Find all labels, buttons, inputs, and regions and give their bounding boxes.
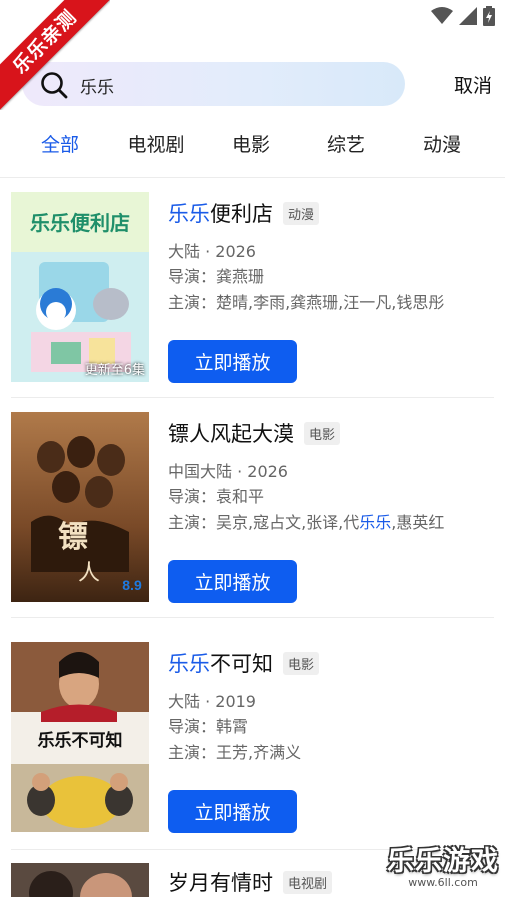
result-title[interactable]: 乐乐便利店 [168, 198, 273, 228]
play-button[interactable]: 立即播放 [168, 340, 297, 383]
tab-tv-series[interactable]: 电视剧 [127, 130, 184, 157]
play-button[interactable]: 立即播放 [168, 560, 297, 603]
result-item[interactable]: 乐乐不可知 乐乐不可知 电影 大陆 · 2019 导演：韩霄 主演：王芳,齐满义… [0, 642, 505, 862]
director: 导演：龚燕珊 [168, 267, 265, 286]
director: 导演：韩霄 [168, 717, 249, 736]
result-title[interactable]: 乐乐不可知 [168, 648, 273, 678]
tab-all[interactable]: 全部 [41, 130, 79, 157]
signal-icon [459, 7, 477, 25]
cast: 主演：吴京,寇占文,张译,代乐乐,惠英红 [168, 513, 445, 532]
svg-text:镖: 镖 [58, 521, 88, 554]
result-item[interactable]: 乐乐便利店 更新至6集 乐乐便利店 动漫 大陆 · 2026 导演：龚燕珊 主演… [0, 192, 505, 412]
svg-text:8.9: 8.9 [122, 577, 142, 593]
poster-image[interactable]: 乐乐不可知 [11, 642, 149, 832]
watermark-logo: 乐乐游戏 [387, 846, 499, 877]
result-title[interactable]: 镖人风起大漠 [168, 418, 294, 448]
episode-caption: 更新至6集 [84, 363, 145, 378]
cancel-button[interactable]: 取消 [454, 71, 492, 98]
item-divider [11, 397, 494, 398]
title-row: 乐乐不可知 电影 [168, 648, 320, 678]
poster-image[interactable] [11, 863, 149, 897]
result-item[interactable]: 镖 人 8.9 镖人风起大漠 电影 中国大陆 · 2026 导演：袁和平 主演：… [0, 412, 505, 632]
category-badge: 电影 [304, 421, 341, 445]
category-badge: 电影 [283, 651, 320, 675]
region-year: 中国大陆 · 2026 [168, 462, 288, 481]
ribbon-label: 乐乐亲测 [0, 0, 110, 110]
battery-icon [483, 6, 495, 26]
item-divider [11, 617, 494, 618]
svg-text:人: 人 [78, 560, 100, 585]
tab-movies[interactable]: 电影 [232, 130, 270, 157]
svg-text:乐乐不可知: 乐乐不可知 [38, 730, 123, 750]
title-row: 乐乐便利店 动漫 [168, 198, 320, 228]
poster-image[interactable]: 镖 人 8.9 [11, 412, 149, 602]
tab-anime[interactable]: 动漫 [423, 130, 461, 157]
cast: 主演：楚晴,李雨,龚燕珊,汪一凡,钱思彤 [168, 293, 445, 312]
tabs-divider [0, 177, 505, 178]
site-watermark: 乐乐游戏 www.6ll.com [387, 839, 499, 889]
region-year: 大陆 · 2026 [168, 242, 256, 261]
category-tabs: 全部 电视剧 电影 综艺 动漫 [0, 130, 505, 164]
corner-ribbon: 乐乐亲测 [0, 0, 110, 110]
category-badge: 动漫 [283, 201, 320, 225]
wifi-icon [431, 7, 453, 24]
poster-image[interactable]: 乐乐便利店 更新至6集 [11, 192, 149, 382]
cast: 主演：王芳,齐满义 [168, 743, 302, 762]
tab-variety[interactable]: 综艺 [327, 130, 365, 157]
play-button[interactable]: 立即播放 [168, 790, 297, 833]
director: 导演：袁和平 [168, 487, 265, 506]
result-title[interactable]: 岁月有情时 [168, 867, 273, 897]
region-year: 大陆 · 2019 [168, 692, 256, 711]
category-badge: 电视剧 [283, 870, 333, 894]
svg-text:乐乐便利店: 乐乐便利店 [30, 212, 130, 235]
title-row: 岁月有情时 电视剧 [168, 867, 333, 897]
title-row: 镖人风起大漠 电影 [168, 418, 341, 448]
